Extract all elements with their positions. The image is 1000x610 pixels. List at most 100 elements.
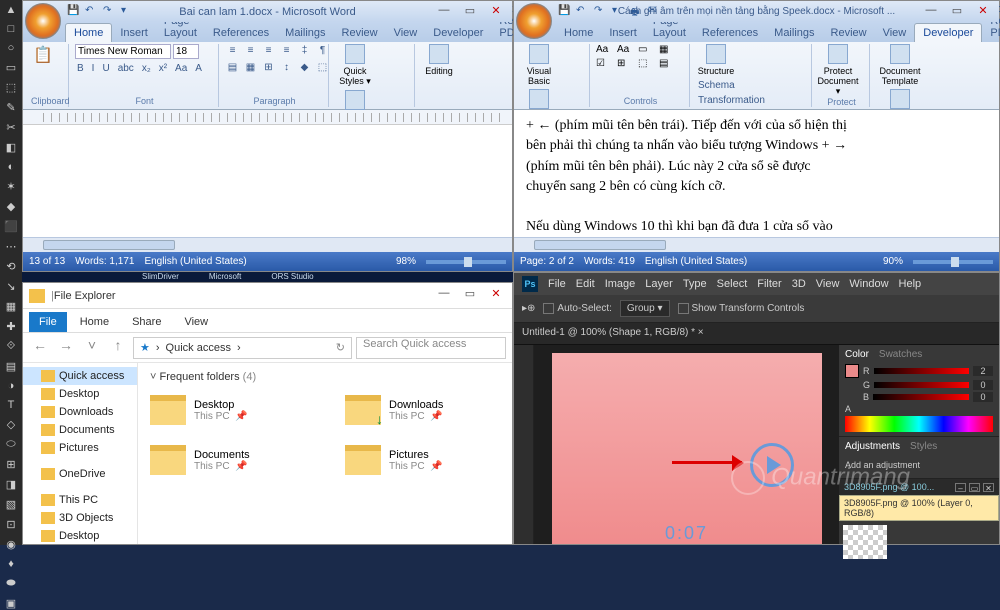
paragraph-button[interactable]: ⬚ <box>315 61 330 76</box>
show-transform-checkbox[interactable]: Show Transform Controls <box>678 303 805 314</box>
nav-item[interactable]: Downloads <box>23 403 137 421</box>
nav-item[interactable]: This PC <box>23 491 137 509</box>
zoom-slider[interactable] <box>426 260 506 264</box>
tab-color[interactable]: Color <box>845 349 869 360</box>
folder-item[interactable]: PicturesThis PC 📌 <box>345 445 500 475</box>
move-tool-icon[interactable]: ▸⊕ <box>522 303 535 314</box>
tool-icon[interactable]: ○ <box>8 42 15 54</box>
control-button[interactable]: ▦ <box>659 44 677 55</box>
control-button[interactable]: Aa <box>617 44 635 55</box>
font-format-button[interactable]: Aa <box>173 62 189 75</box>
ribbon-tab[interactable]: References <box>205 24 277 42</box>
xml-option[interactable]: Transformation <box>696 94 777 107</box>
tool-icon[interactable]: □ <box>8 23 15 35</box>
ribbon-tab[interactable]: Insert <box>112 24 156 42</box>
nav-item[interactable]: Documents <box>23 421 137 439</box>
tool-icon[interactable]: ◆ <box>7 200 15 213</box>
tool-icon[interactable]: ⊡ <box>6 518 15 531</box>
explorer-tab[interactable]: File <box>29 312 67 332</box>
zoom-level[interactable]: 98% <box>396 256 416 267</box>
play-button-shape[interactable] <box>750 443 794 487</box>
tool-icon[interactable]: ◑ <box>8 380 15 392</box>
maximize-button[interactable]: ▭ <box>458 287 482 303</box>
section-heading[interactable]: ˅ Frequent folders (4) <box>150 371 500 383</box>
control-button[interactable]: ⊞ <box>617 58 635 69</box>
word-count[interactable]: Words: 1,171 <box>75 256 134 267</box>
minimize-button[interactable]: — <box>432 287 456 303</box>
menu-item[interactable]: Type <box>683 278 707 290</box>
paragraph-button[interactable]: ‡ <box>297 44 312 59</box>
font-format-button[interactable]: U <box>100 62 111 75</box>
style-button[interactable]: Quick Styles ▾ <box>335 44 375 87</box>
editing-button[interactable]: Editing <box>421 44 457 76</box>
canvas-area[interactable]: 0:07 <box>534 345 839 544</box>
ruler[interactable] <box>23 110 512 125</box>
tool-icon[interactable]: ⋯ <box>6 240 17 253</box>
menu-item[interactable]: Select <box>717 278 748 290</box>
menu-item[interactable]: Image <box>605 278 636 290</box>
ribbon-tab[interactable]: Review <box>334 24 386 42</box>
ribbon-tab[interactable]: View <box>875 24 915 42</box>
ribbon-tab[interactable]: View <box>386 24 426 42</box>
close-button[interactable]: ✕ <box>484 287 508 303</box>
code-button[interactable]: Visual Basic <box>522 44 556 86</box>
ribbon-tab[interactable]: Insert <box>601 24 645 42</box>
font-size-select[interactable]: 18 <box>173 44 199 59</box>
tool-icon[interactable]: ⬛ <box>4 220 18 233</box>
nav-item[interactable]: Desktop <box>23 527 137 544</box>
page-status[interactable]: 13 of 13 <box>29 256 65 267</box>
office-button[interactable] <box>25 3 61 39</box>
office-button[interactable] <box>516 3 552 39</box>
menu-item[interactable]: Edit <box>576 278 595 290</box>
content-pane[interactable]: ˅ Frequent folders (4) DesktopThis PC 📌D… <box>138 363 512 544</box>
control-button[interactable]: ▤ <box>659 58 677 69</box>
tool-icon[interactable]: ⊞ <box>6 458 15 471</box>
menu-item[interactable]: 3D <box>792 278 806 290</box>
tool-icon[interactable]: ▲ <box>6 4 17 16</box>
ribbon-tab[interactable]: Home <box>65 23 112 42</box>
tool-icon[interactable]: ▤ <box>6 360 16 373</box>
tool-icon[interactable]: ▦ <box>6 300 16 313</box>
font-name-select[interactable]: Times New Roman <box>75 44 171 59</box>
tool-icon[interactable]: ♦ <box>8 558 14 570</box>
color-channel-row[interactable]: R2 <box>845 364 993 378</box>
qat-button[interactable]: 💾 <box>558 5 572 19</box>
color-channel-row[interactable]: B0 <box>845 392 993 402</box>
tool-icon[interactable]: ⬭ <box>6 438 15 451</box>
paragraph-button[interactable]: ▦ <box>243 61 258 76</box>
qat-button[interactable]: ↷ <box>594 5 608 19</box>
canvas[interactable]: 0:07 <box>552 353 822 544</box>
back-button[interactable]: ← <box>29 337 51 359</box>
explorer-tab[interactable]: Home <box>70 312 119 332</box>
tool-icon[interactable]: ⬚ <box>6 81 16 94</box>
auto-select-target[interactable]: Group ▾ <box>620 300 670 317</box>
protect-button[interactable]: Protect Document ▾ <box>818 44 858 97</box>
control-button[interactable]: ▭ <box>638 44 656 55</box>
paragraph-button[interactable]: ⊞ <box>261 61 276 76</box>
refresh-button[interactable]: ↻ <box>336 341 345 354</box>
paragraph-button[interactable]: ¶ <box>315 44 330 59</box>
horizontal-scrollbar[interactable] <box>514 237 999 252</box>
language-status[interactable]: English (United States) <box>144 256 246 267</box>
control-button[interactable]: Aa <box>596 44 614 55</box>
qat-button[interactable]: ↶ <box>85 5 99 19</box>
tool-icon[interactable]: ▭ <box>6 61 16 74</box>
ribbon-tab[interactable]: Developer <box>425 24 491 42</box>
address-bar[interactable]: ★ › Quick access › ↻ <box>133 337 352 359</box>
minimize-button[interactable]: — <box>919 4 943 20</box>
qat-button[interactable]: ▾ <box>121 5 135 19</box>
qat-button[interactable]: ↷ <box>103 5 117 19</box>
zoom-slider[interactable] <box>913 260 993 264</box>
tool-icon[interactable]: ◇ <box>7 418 15 431</box>
tool-icon[interactable]: ◐ <box>8 161 15 173</box>
auto-select-checkbox[interactable]: Auto-Select: <box>543 303 611 314</box>
up-button[interactable]: ↑ <box>107 337 129 359</box>
minimize-button[interactable]: — <box>432 4 456 20</box>
xml-option[interactable]: Schema <box>696 79 777 92</box>
horizontal-scrollbar[interactable] <box>23 237 512 252</box>
font-format-button[interactable]: I <box>90 62 97 75</box>
tab-styles[interactable]: Styles <box>910 441 937 452</box>
tool-icon[interactable]: T <box>8 399 15 411</box>
tool-icon[interactable]: ▧ <box>6 498 16 511</box>
paragraph-button[interactable]: ◆ <box>297 61 312 76</box>
